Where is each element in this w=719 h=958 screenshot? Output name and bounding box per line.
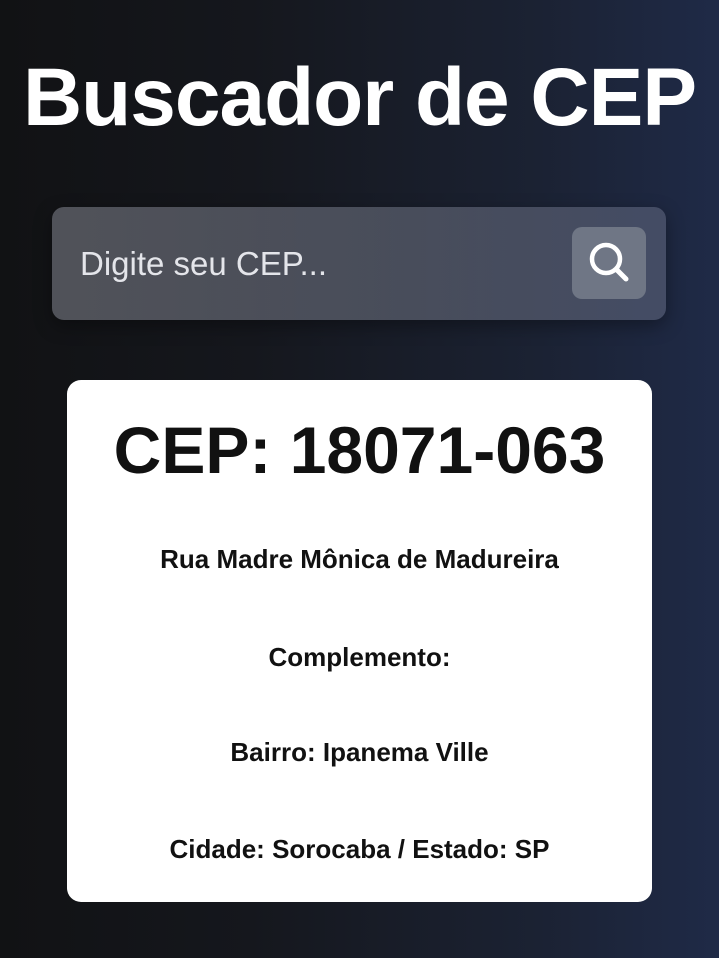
search-bar bbox=[52, 207, 666, 320]
search-button[interactable] bbox=[572, 227, 646, 299]
street-text: Rua Madre Mônica de Madureira bbox=[160, 544, 559, 574]
page-title: Buscador de CEP bbox=[22, 52, 697, 143]
result-card: CEP: 18071-063 Rua Madre Mônica de Madur… bbox=[67, 380, 652, 902]
bairro-text: Bairro: Ipanema Ville bbox=[230, 737, 489, 767]
cep-heading: CEP: 18071-063 bbox=[113, 413, 606, 487]
cidade-estado-text: Cidade: Sorocaba / Estado: SP bbox=[169, 834, 550, 864]
cep-input[interactable] bbox=[52, 207, 562, 320]
search-icon bbox=[586, 239, 632, 288]
complemento-text: Complemento: bbox=[268, 642, 451, 672]
